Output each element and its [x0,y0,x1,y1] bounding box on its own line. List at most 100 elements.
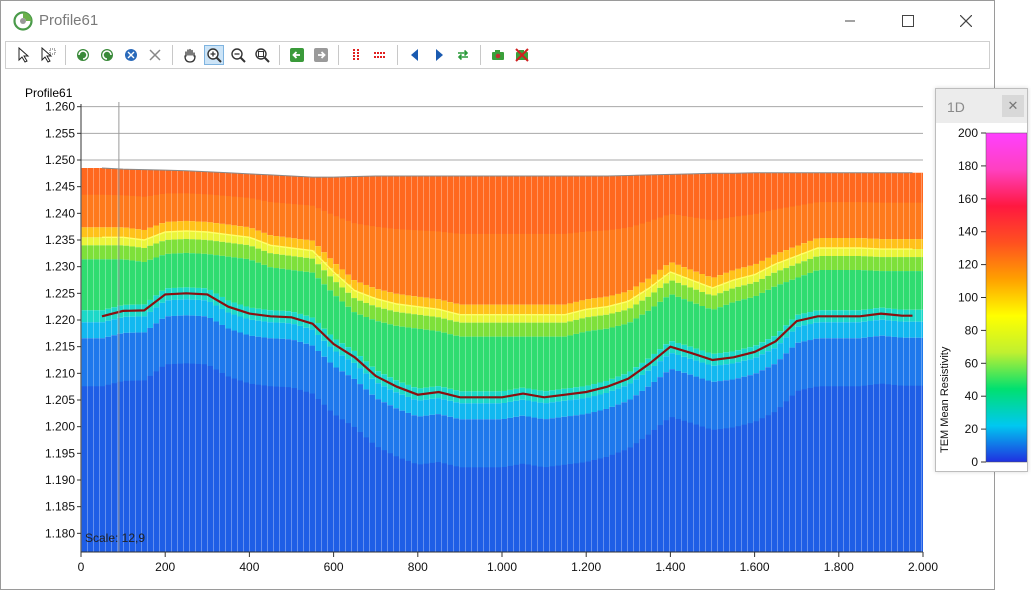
minimize-button[interactable] [821,1,879,41]
resistivity-cell [441,399,447,416]
resistivity-cell [111,227,117,238]
horizontal-lines-button[interactable] [370,45,390,65]
resistivity-cell [663,174,669,216]
resistivity-cell [819,172,825,203]
resistivity-cell [711,287,717,296]
resistivity-cell [297,257,303,272]
resistivity-cell [243,258,249,307]
zoom-out-button[interactable] [228,45,248,65]
maximize-button[interactable] [879,1,937,41]
resistivity-cell [513,336,519,389]
pan-button[interactable] [180,45,200,65]
resistivity-cell [171,363,177,552]
resistivity-cell [237,226,243,237]
resistivity-cell [495,336,501,392]
triangle-left-icon [411,49,418,61]
resistivity-cell [291,248,297,257]
resistivity-cell [729,288,735,303]
resistivity-cell [711,309,717,354]
resistivity-cell [309,258,315,273]
delete-button[interactable] [145,45,165,65]
resistivity-cell [861,172,867,203]
next-profile-button[interactable] [429,45,449,65]
select-multi-button[interactable] [38,45,58,65]
resistivity-cell [861,256,867,271]
resistivity-cell [807,324,813,341]
resistivity-cell [765,275,771,290]
rotate-right-button[interactable] [97,45,117,65]
resistivity-cell [375,176,381,227]
resistivity-cell [579,462,585,552]
legend-panel[interactable]: 1D ✕ 200 180 160 140 120 100 80 60 40 20 0 TEM Mea… [935,88,1028,472]
resistivity-cell [873,248,879,257]
resistivity-cell [183,238,189,253]
resistivity-cell [291,388,297,552]
resistivity-cell [195,363,201,552]
resistivity-cell [219,372,225,552]
capture-cancel-button[interactable] [512,45,532,65]
resistivity-cell [633,175,639,226]
close-button[interactable] [937,1,995,41]
resistivity-cell [555,314,561,323]
resistivity-cell [717,429,723,552]
resistivity-cell [501,336,507,391]
resistivity-cell [369,442,375,552]
next-view-button[interactable] [311,45,331,65]
resistivity-cell [531,322,537,337]
resistivity-cell [141,247,147,262]
resistivity-cell [225,172,231,197]
resistivity-cell [111,319,117,336]
resistivity-cell [513,464,519,552]
resistivity-cell [909,321,915,338]
resistivity-cell [417,176,423,231]
resistivity-cell [651,174,657,220]
legend-close-button[interactable]: ✕ [1002,95,1024,117]
resistivity-cell [549,322,555,337]
swap-button[interactable] [453,45,473,65]
toolbar-separator [172,45,173,65]
resistivity-cell [567,400,573,417]
select-region-button[interactable] [121,45,141,65]
zoom-in-button[interactable] [204,45,224,65]
zoom-out-icon [231,48,246,63]
resistivity-cell [123,169,129,196]
title-bar: Profile61 [1,1,994,41]
resistivity-cell [513,304,519,315]
resistivity-cell [867,320,873,337]
resistivity-cell [735,426,741,552]
resistivity-cell [879,239,885,250]
resistivity-cell [123,237,129,246]
window-title: Profile61 [39,12,99,29]
resistivity-cell [675,418,681,552]
rotate-left-button[interactable] [73,45,93,65]
resistivity-cell [255,262,261,309]
resistivity-cell [189,221,195,232]
resistivity-cell [645,174,651,222]
resistivity-cell [483,467,489,552]
resistivity-cell [657,174,663,218]
resistivity-cell [591,396,597,413]
select-arrow-icon [18,47,30,63]
legend-panel-header[interactable]: 1D ✕ [936,89,1027,123]
resistivity-cell [393,176,399,230]
resistivity-cell [609,327,615,379]
resistivity-cell [231,225,237,236]
y-tick-label: 1.255 [45,126,75,140]
resistivity-cell [129,260,135,305]
capture-button[interactable] [488,45,508,65]
resistivity-cell [291,324,297,341]
resistivity-cell [483,322,489,337]
select-arrow-button[interactable] [14,45,34,65]
resistivity-cell [861,321,867,338]
previous-profile-button[interactable] [405,45,425,65]
resistivity-cell [513,322,519,337]
resistivity-cell [519,322,525,337]
resistivity-cell [417,400,423,417]
vertical-lines-button[interactable] [346,45,366,65]
resistivity-cell [915,321,921,338]
previous-view-button[interactable] [287,45,307,65]
profile-plot-area[interactable]: 1.260 1.255 1.250 1.245 1.240 1.235 1.230 1.225… [5,71,989,587]
zoom-extent-button[interactable] [252,45,272,65]
resistivity-profile-plot[interactable]: 1.260 1.255 1.250 1.245 1.240 1.235 1.230 1.225… [5,71,989,587]
resistivity-cell [795,277,801,315]
